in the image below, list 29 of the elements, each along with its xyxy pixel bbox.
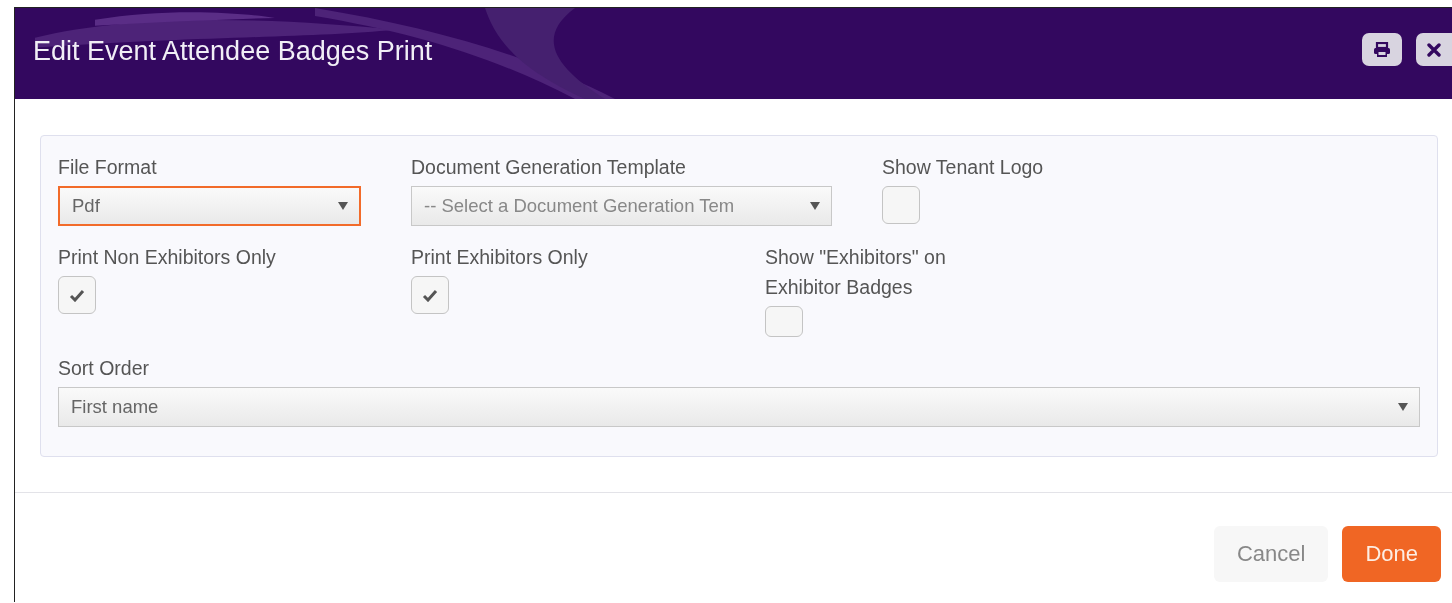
field-label: Show "Exhibitors" on Exhibitor Badges: [765, 245, 947, 300]
dropdown-field[interactable]: First name: [58, 387, 1420, 427]
dropdown-field[interactable]: -- Select a Document Generation Tem: [411, 186, 832, 226]
checkbox[interactable]: [882, 186, 920, 224]
checkbox[interactable]: [765, 306, 803, 337]
print-button[interactable]: [1362, 33, 1402, 66]
dialog-title: Edit Event Attendee Badges Print: [33, 36, 433, 68]
field-label: Show Tenant Logo: [882, 155, 1044, 180]
field-label: Print Exhibitors Only: [411, 245, 588, 270]
field-label: Print Non Exhibitors Only: [58, 245, 276, 270]
field-label: Sort Order: [58, 356, 150, 381]
caret-icon: [337, 201, 349, 211]
checkmark-icon: [69, 288, 85, 302]
done-button[interactable]: Done: [1342, 526, 1441, 582]
caret-icon: [809, 201, 821, 211]
checkmark-icon: [422, 288, 438, 302]
caret-icon: [1397, 402, 1409, 412]
checkbox[interactable]: [411, 276, 449, 314]
close-button[interactable]: [1416, 33, 1452, 66]
close-icon: [1427, 42, 1441, 57]
checkbox[interactable]: [58, 276, 96, 314]
cancel-button[interactable]: Cancel: [1213, 526, 1329, 582]
dropdown-value: First name: [71, 396, 159, 418]
dropdown-value: Pdf: [72, 195, 100, 217]
printer-icon: [1373, 41, 1391, 58]
field-label: Document Generation Template: [411, 155, 686, 180]
field-label: File Format: [58, 155, 157, 180]
dropdown-value: -- Select a Document Generation Tem: [424, 195, 735, 217]
dropdown-field[interactable]: Pdf: [58, 186, 361, 226]
